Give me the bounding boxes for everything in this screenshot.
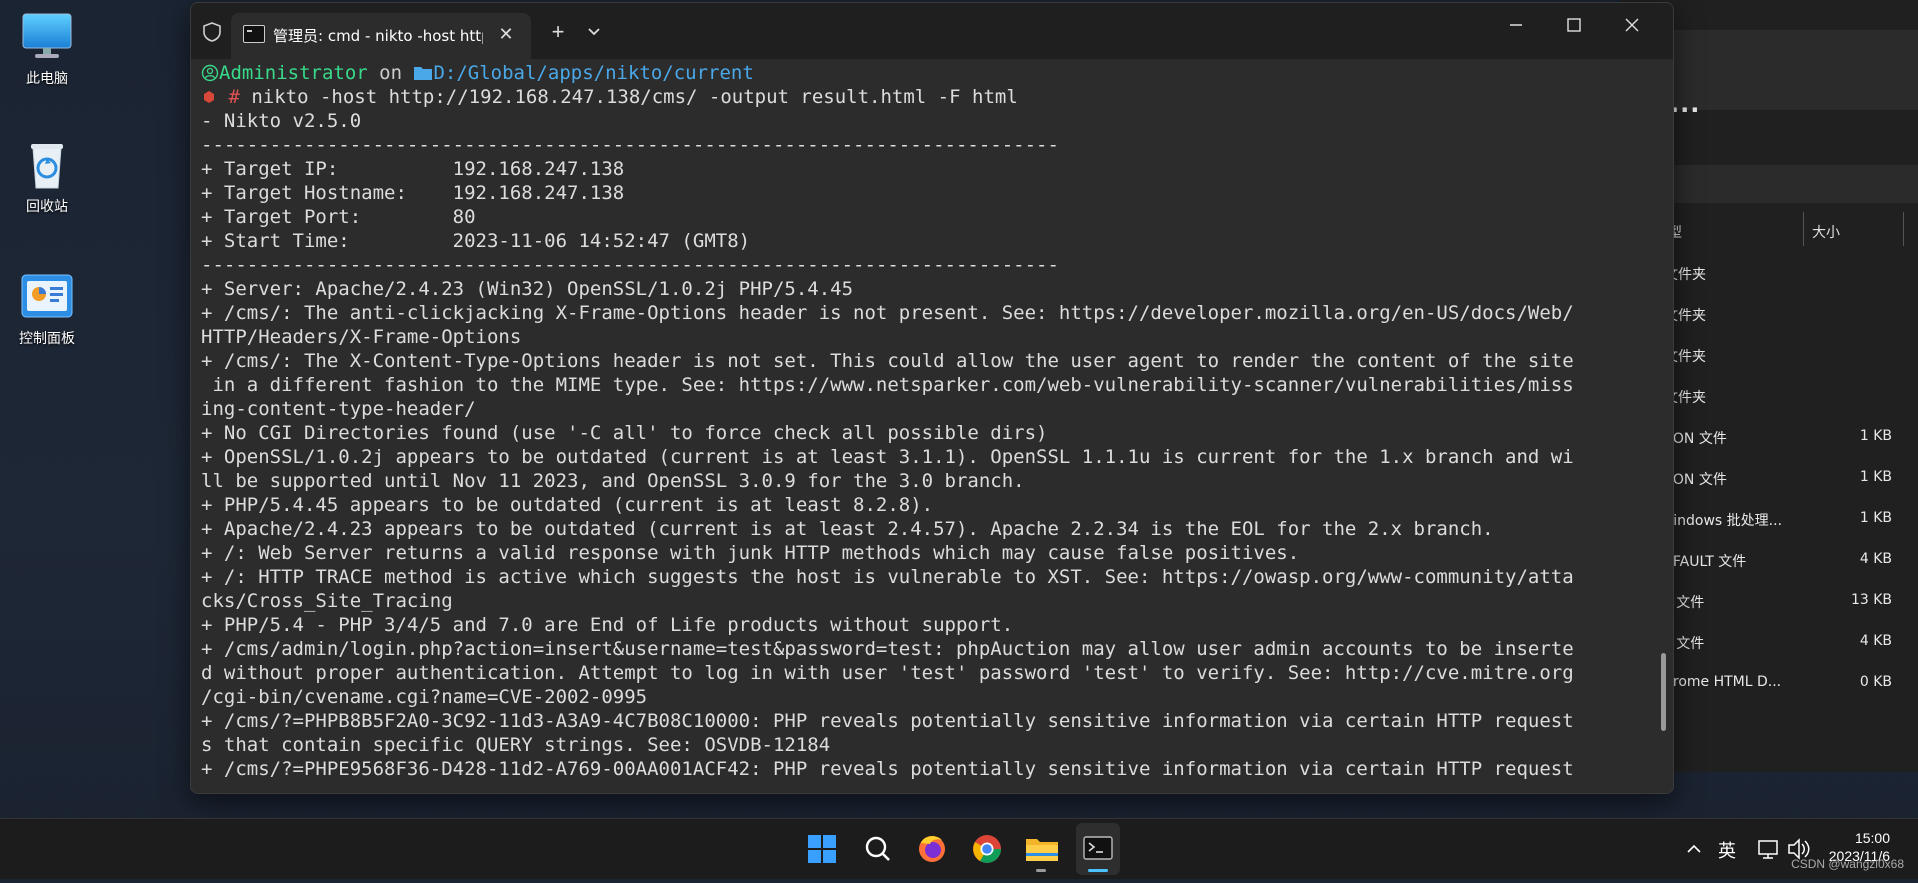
output-lines: - Nikto v2.5.0 --------------------------… [201, 109, 1641, 781]
output-line: ----------------------------------------… [201, 134, 1059, 156]
output-line: + Target IP: 192.168.247.138 [201, 158, 625, 180]
prompt-hash: # [228, 86, 240, 108]
start-icon[interactable] [802, 831, 842, 867]
output-line: ----------------------------------------… [201, 254, 1059, 276]
output-line: ll be supported until Nov 11 2023, and O… [201, 470, 1025, 492]
file-type: hrome HTML D... [1664, 674, 1782, 690]
terminal-output[interactable]: Administrator on D:/Global/apps/nikto/cu… [201, 61, 1641, 791]
desktop-icon-this-pc[interactable]: 此电脑 [2, 12, 92, 88]
column-divider[interactable] [1903, 212, 1904, 246]
new-tab-button[interactable]: + [543, 17, 573, 47]
output-line: cks/Cross_Site_Tracing [201, 590, 453, 612]
prompt-path: D:/Global/apps/nikto/current [433, 62, 754, 84]
recycle-bin-icon [19, 140, 75, 190]
output-line: + /cms/admin/login.php?action=insert&use… [201, 638, 1574, 660]
ime-indicator[interactable]: 英 [1718, 837, 1736, 863]
terminal-window[interactable]: 管理员: cmd - nikto -host http ✕ + Administ… [190, 2, 1674, 794]
output-line: + OpenSSL/1.0.2j appears to be outdated … [201, 446, 1574, 468]
desktop-icon-label: 回收站 [26, 199, 68, 215]
output-line: in a different fashion to the MIME type.… [201, 374, 1574, 396]
output-line: + /: HTTP TRACE method is active which s… [201, 566, 1574, 588]
output-line: d without proper authentication. Attempt… [201, 662, 1574, 684]
computer-icon [19, 12, 75, 62]
firefox-icon[interactable] [912, 831, 952, 867]
active-indicator [1088, 869, 1108, 872]
file-size: 4 KB [1859, 633, 1892, 649]
output-line: + PHP/5.4.45 appears to be outdated (cur… [201, 494, 934, 516]
file-size: 4 KB [1859, 551, 1892, 567]
close-tab-icon[interactable]: ✕ [493, 21, 519, 47]
desktop-icon-label: 此电脑 [26, 71, 68, 87]
ruby-icon [201, 86, 217, 108]
tab-title: 管理员: cmd - nikto -host http [273, 27, 483, 45]
tab-cmd[interactable]: 管理员: cmd - nikto -host http ✕ [231, 13, 531, 59]
output-line: + /cms/?=PHPE9568F36-D428-11d2-A769-00AA… [201, 758, 1574, 780]
user-icon [201, 62, 219, 84]
cmd-icon [243, 25, 265, 43]
output-line: + Start Time: 2023-11-06 14:52:47 (GMT8) [201, 230, 751, 252]
output-line: + /: Web Server returns a valid response… [201, 542, 1300, 564]
show-hidden-icons-chevron-up-icon[interactable] [1684, 819, 1704, 879]
file-size: 0 KB [1859, 674, 1892, 690]
clock-time: 15:00 [1854, 830, 1890, 846]
column-divider[interactable] [1803, 212, 1804, 246]
folder-icon [413, 62, 433, 84]
command-text: nikto -host http://192.168.247.138/cms/ … [239, 86, 1018, 108]
minimize-button[interactable] [1487, 3, 1545, 55]
output-line: + /cms/: The X-Content-Type-Options head… [201, 350, 1574, 372]
watermark-text: CSDN @wangzl0x68 [1791, 857, 1904, 871]
output-line: + Target Hostname: 192.168.247.138 [201, 182, 625, 204]
file-explorer-icon[interactable] [1022, 831, 1062, 867]
output-line: + /cms/: The anti-clickjacking X-Frame-O… [201, 302, 1574, 324]
prompt-user: Administrator [219, 62, 368, 84]
network-icon[interactable] [1756, 819, 1782, 879]
command-line: # nikto -host http://192.168.247.138/cms… [201, 85, 1641, 109]
output-line: + /cms/?=PHPB8B5F2A0-3C92-11d3-A3A9-4C7B… [201, 710, 1574, 732]
file-type: Vindows 批处理... [1664, 513, 1783, 529]
output-line: + PHP/5.4 - PHP 3/4/5 and 7.0 are End of… [201, 614, 1014, 636]
output-line: + Apache/2.4.23 appears to be outdated (… [201, 518, 1494, 540]
file-type: EFAULT 文件 [1664, 554, 1747, 570]
taskbar: 英 15:00 2023/11/6 CSDN @wangzl0x68 [0, 818, 1918, 879]
more-options-button[interactable]: ··· [1670, 96, 1700, 124]
output-line: + Server: Apache/2.4.23 (Win32) OpenSSL/… [201, 278, 854, 300]
chevron-down-icon[interactable] [581, 19, 607, 45]
shield-icon [201, 21, 223, 43]
running-indicator [1036, 869, 1046, 872]
terminal-scrollbar[interactable] [1661, 653, 1666, 731]
output-line: HTTP/Headers/X-Frame-Options [201, 326, 522, 348]
desktop-icon-label: 控制面板 [19, 331, 75, 347]
maximize-button[interactable] [1545, 3, 1603, 55]
output-line: ing-content-type-header/ [201, 398, 476, 420]
output-line: /cgi-bin/cvename.cgi?name=CVE-2002-0995 [201, 686, 648, 708]
desktop-icon-recycle-bin[interactable]: 回收站 [2, 140, 92, 216]
close-window-button[interactable] [1603, 3, 1661, 55]
prompt-line: Administrator on D:/Global/apps/nikto/cu… [201, 61, 1641, 85]
chrome-icon[interactable] [967, 831, 1007, 867]
file-size: 1 KB [1859, 510, 1892, 526]
search-icon[interactable] [858, 831, 898, 867]
file-size: 1 KB [1859, 428, 1892, 444]
file-size: 1 KB [1859, 469, 1892, 485]
output-line: + Target Port: 80 [201, 206, 476, 228]
terminal-taskbar-button[interactable] [1076, 823, 1120, 875]
desktop-icon-control-panel[interactable]: 控制面板 [2, 272, 92, 348]
output-line: - Nikto v2.5.0 [201, 110, 362, 132]
output-line: + No CGI Directories found (use '-C all'… [201, 422, 1048, 444]
file-size: 13 KB [1850, 592, 1892, 608]
column-header-size[interactable]: 大小 [1812, 222, 1840, 242]
terminal-titlebar[interactable]: 管理员: cmd - nikto -host http ✕ + [191, 3, 1673, 59]
prompt-on: on [367, 62, 414, 84]
output-line: s that contain specific QUERY strings. S… [201, 734, 831, 756]
control-panel-icon [19, 272, 75, 322]
